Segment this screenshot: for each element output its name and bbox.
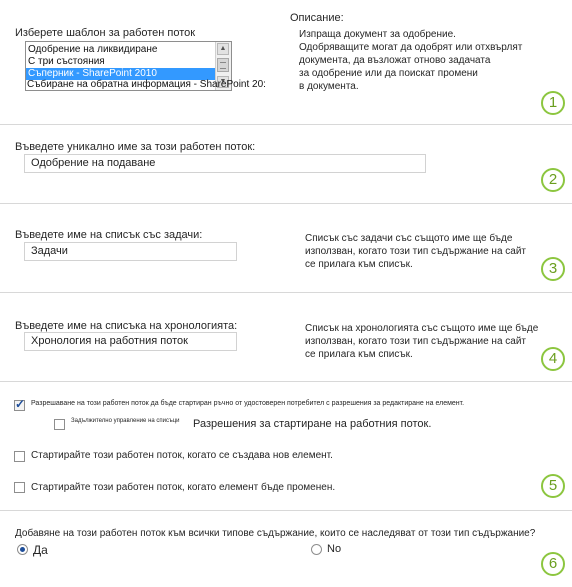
- description-line: Изпраща документ за одобрение.: [299, 29, 456, 40]
- template-option-3-overflow: Събиране на обратна информация - SharePo…: [27, 79, 266, 90]
- section-divider: [0, 510, 572, 511]
- info-line: Списък със задачи със същото име ще бъде: [305, 233, 513, 244]
- section-divider: [0, 381, 572, 382]
- section-divider: [0, 292, 572, 293]
- template-label: Изберете шаблон за работен поток: [15, 27, 196, 39]
- description-line: за одобрение или да поискат промени: [299, 68, 478, 79]
- start-permissions-label: Разрешения за стартиране на работния пот…: [193, 418, 432, 430]
- step-6-badge: 6: [541, 552, 565, 576]
- description-line: в документа.: [299, 81, 359, 92]
- require-manage-lists-label: Задължително управление на списъци: [71, 418, 180, 424]
- task-list-info: Списък със задачи със същото име ще бъде…: [305, 232, 526, 271]
- radio-selected-icon: [20, 547, 25, 552]
- step-4-badge: 4: [541, 347, 565, 371]
- history-list-input[interactable]: Хронология на работния поток: [24, 332, 237, 351]
- history-list-info: Списък на хронологията със същото име ще…: [305, 322, 538, 361]
- inherit-yes-label: Да: [33, 543, 48, 557]
- allow-manual-start-checkbox[interactable]: ✓: [14, 397, 26, 411]
- task-list-input[interactable]: Задачи: [24, 242, 237, 261]
- checkmark-icon: ✓: [15, 397, 26, 411]
- start-on-create-label: Стартирайте този работен поток, когато с…: [31, 450, 333, 461]
- allow-manual-start-label: Разрешаване на този работен поток да бъд…: [31, 400, 465, 407]
- info-line: се прилага към списък.: [305, 259, 413, 270]
- inherit-yes-radio[interactable]: [17, 544, 28, 555]
- step-1-badge: 1: [541, 91, 565, 115]
- step-5-badge: 5: [541, 474, 565, 498]
- start-on-change-checkbox[interactable]: [14, 482, 25, 493]
- template-option-0[interactable]: Одобрение на ликвидиране: [26, 44, 216, 56]
- info-line: Списък на хронологията със същото име ще…: [305, 323, 539, 334]
- inherit-question-label: Добавяне на този работен поток към всичк…: [15, 528, 536, 539]
- description-line: Одобряващите могат да одобрят или отхвър…: [299, 42, 523, 53]
- start-on-create-checkbox[interactable]: [14, 451, 25, 462]
- start-on-change-label: Стартирайте този работен поток, когато е…: [31, 482, 336, 493]
- task-list-label: Въведете име на списък със задачи:: [15, 229, 203, 241]
- info-line: използван, когато този тип съдържание на…: [305, 336, 527, 347]
- require-manage-lists-checkbox[interactable]: [54, 419, 65, 430]
- workflow-name-input[interactable]: Одобрение на подаване: [24, 154, 426, 173]
- description-line: документа, да възложат отново задачата: [299, 55, 491, 66]
- step-3-badge: 3: [541, 257, 565, 281]
- info-line: се прилага към списък.: [305, 349, 413, 360]
- workflow-name-label: Въведете уникално име за този работен по…: [15, 141, 256, 153]
- description-label: Описание:: [290, 12, 344, 24]
- scroll-up-icon[interactable]: ▲: [217, 43, 229, 55]
- scroll-thumb[interactable]: [217, 58, 229, 72]
- description-text: Изпраща документ за одобрение. Одобряващ…: [299, 28, 522, 93]
- step-2-badge: 2: [541, 168, 565, 192]
- section-divider: [0, 124, 572, 125]
- info-line: използван, когато този тип съдържание на…: [305, 246, 527, 257]
- inherit-no-label: No: [327, 543, 342, 555]
- inherit-no-radio[interactable]: [311, 544, 322, 555]
- template-option-1[interactable]: С три състояния: [26, 56, 216, 68]
- history-list-label: Въведете име на списъка на хронологията:: [15, 320, 238, 332]
- section-divider: [0, 203, 572, 204]
